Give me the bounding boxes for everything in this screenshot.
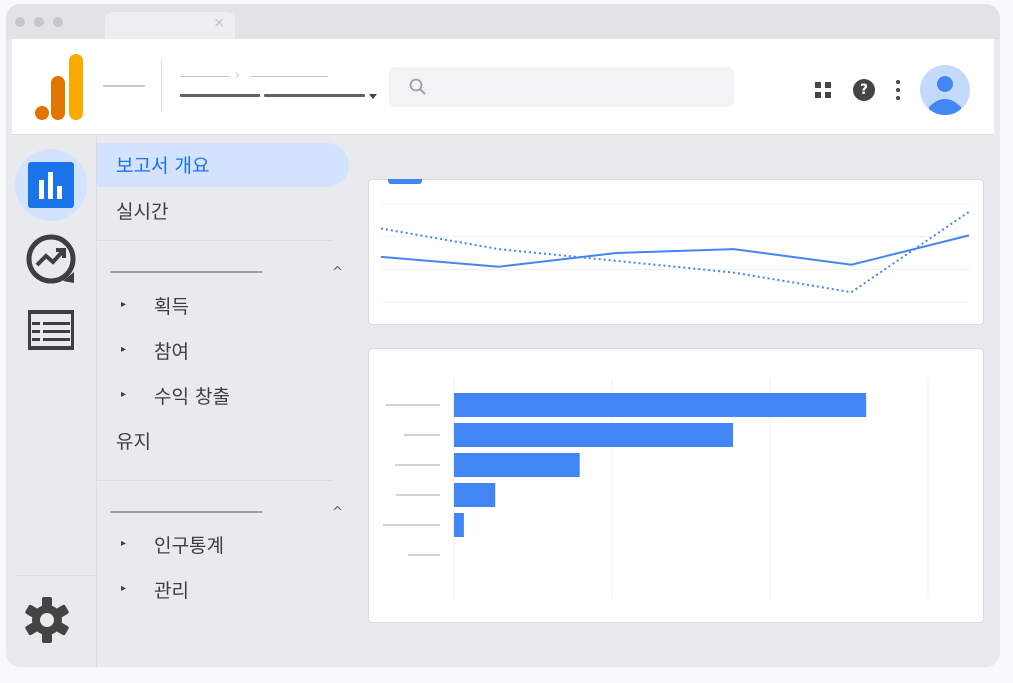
tab-close-icon[interactable]: × <box>213 15 225 31</box>
bar[interactable] <box>454 453 580 477</box>
apps-grid-icon[interactable] <box>815 82 831 98</box>
header-divider <box>161 61 162 111</box>
window-minimize-dot[interactable] <box>34 17 44 27</box>
bar[interactable] <box>454 423 734 447</box>
nav-item-admin[interactable]: 관리 <box>154 576 189 603</box>
expand-icon[interactable]: ▸ <box>121 538 126 549</box>
nav-item-retention[interactable]: 유지 <box>116 427 151 454</box>
breadcrumb-property-placeholder[interactable] <box>250 76 328 77</box>
line-chart <box>380 203 970 303</box>
breadcrumb-separator: › <box>235 68 241 83</box>
property-name-placeholder[interactable] <box>180 94 260 97</box>
nav-item-reports-overview[interactable]: 보고서 개요 <box>116 151 209 178</box>
more-vert-icon[interactable] <box>896 80 900 100</box>
sidebar-divider <box>97 240 333 241</box>
section-title-placeholder[interactable] <box>110 511 262 513</box>
property-dropdown-caret-icon[interactable] <box>369 94 377 99</box>
reports-nav-button[interactable] <box>15 149 87 221</box>
property-view-placeholder[interactable] <box>264 94 365 97</box>
window-maximize-dot[interactable] <box>53 17 63 27</box>
bar[interactable] <box>454 393 867 417</box>
browser-tab[interactable]: × <box>105 12 235 39</box>
sidebar-divider <box>97 480 333 481</box>
bar[interactable] <box>454 483 496 507</box>
line-chart-card <box>368 179 984 325</box>
browser-window: × › ? 보고서 개요 실시간 ^ ▸ 획득 ▸ 참여 ▸ 수익 창출 유지 … <box>6 4 1000 667</box>
window-close-dot[interactable] <box>15 17 25 27</box>
reports-icon <box>28 162 74 208</box>
account-avatar-icon[interactable] <box>920 65 970 115</box>
nav-item-demographics[interactable]: 인구통계 <box>154 531 224 558</box>
rail-divider <box>16 575 96 576</box>
chart-legend-chip[interactable] <box>388 179 422 184</box>
nav-item-realtime[interactable]: 실시간 <box>116 197 168 224</box>
person-icon <box>929 76 961 115</box>
nav-item-engagement[interactable]: 참여 <box>154 337 189 364</box>
series-line-solid <box>380 234 970 268</box>
report-sidebar: 보고서 개요 실시간 ^ ▸ 획득 ▸ 참여 ▸ 수익 창출 유지 ^ ▸ 인구… <box>96 135 349 667</box>
explore-icon[interactable] <box>25 233 77 285</box>
product-name-placeholder <box>103 85 145 87</box>
settings-gear-icon[interactable] <box>22 595 72 645</box>
bar[interactable] <box>454 513 464 537</box>
app-header: › ? <box>12 39 994 135</box>
bar-chart-card <box>368 348 984 623</box>
advertising-list-icon[interactable] <box>28 310 74 350</box>
expand-icon[interactable]: ▸ <box>121 299 126 310</box>
expand-icon[interactable]: ▸ <box>121 583 126 594</box>
section-title-placeholder[interactable] <box>110 271 262 273</box>
expand-icon[interactable]: ▸ <box>121 389 126 400</box>
breadcrumb-account-placeholder[interactable] <box>180 76 230 77</box>
search-input[interactable] <box>389 67 734 107</box>
bar-chart <box>383 379 929 599</box>
nav-item-acquisition[interactable]: 획득 <box>154 292 189 319</box>
help-icon[interactable]: ? <box>853 79 875 101</box>
search-icon <box>409 78 426 95</box>
nav-item-monetization[interactable]: 수익 창출 <box>154 382 230 409</box>
collapse-icon[interactable]: ^ <box>332 505 343 520</box>
collapse-icon[interactable]: ^ <box>332 265 343 280</box>
analytics-logo-icon[interactable] <box>27 52 87 122</box>
expand-icon[interactable]: ▸ <box>121 344 126 355</box>
browser-title-bar: × <box>6 4 1000 39</box>
